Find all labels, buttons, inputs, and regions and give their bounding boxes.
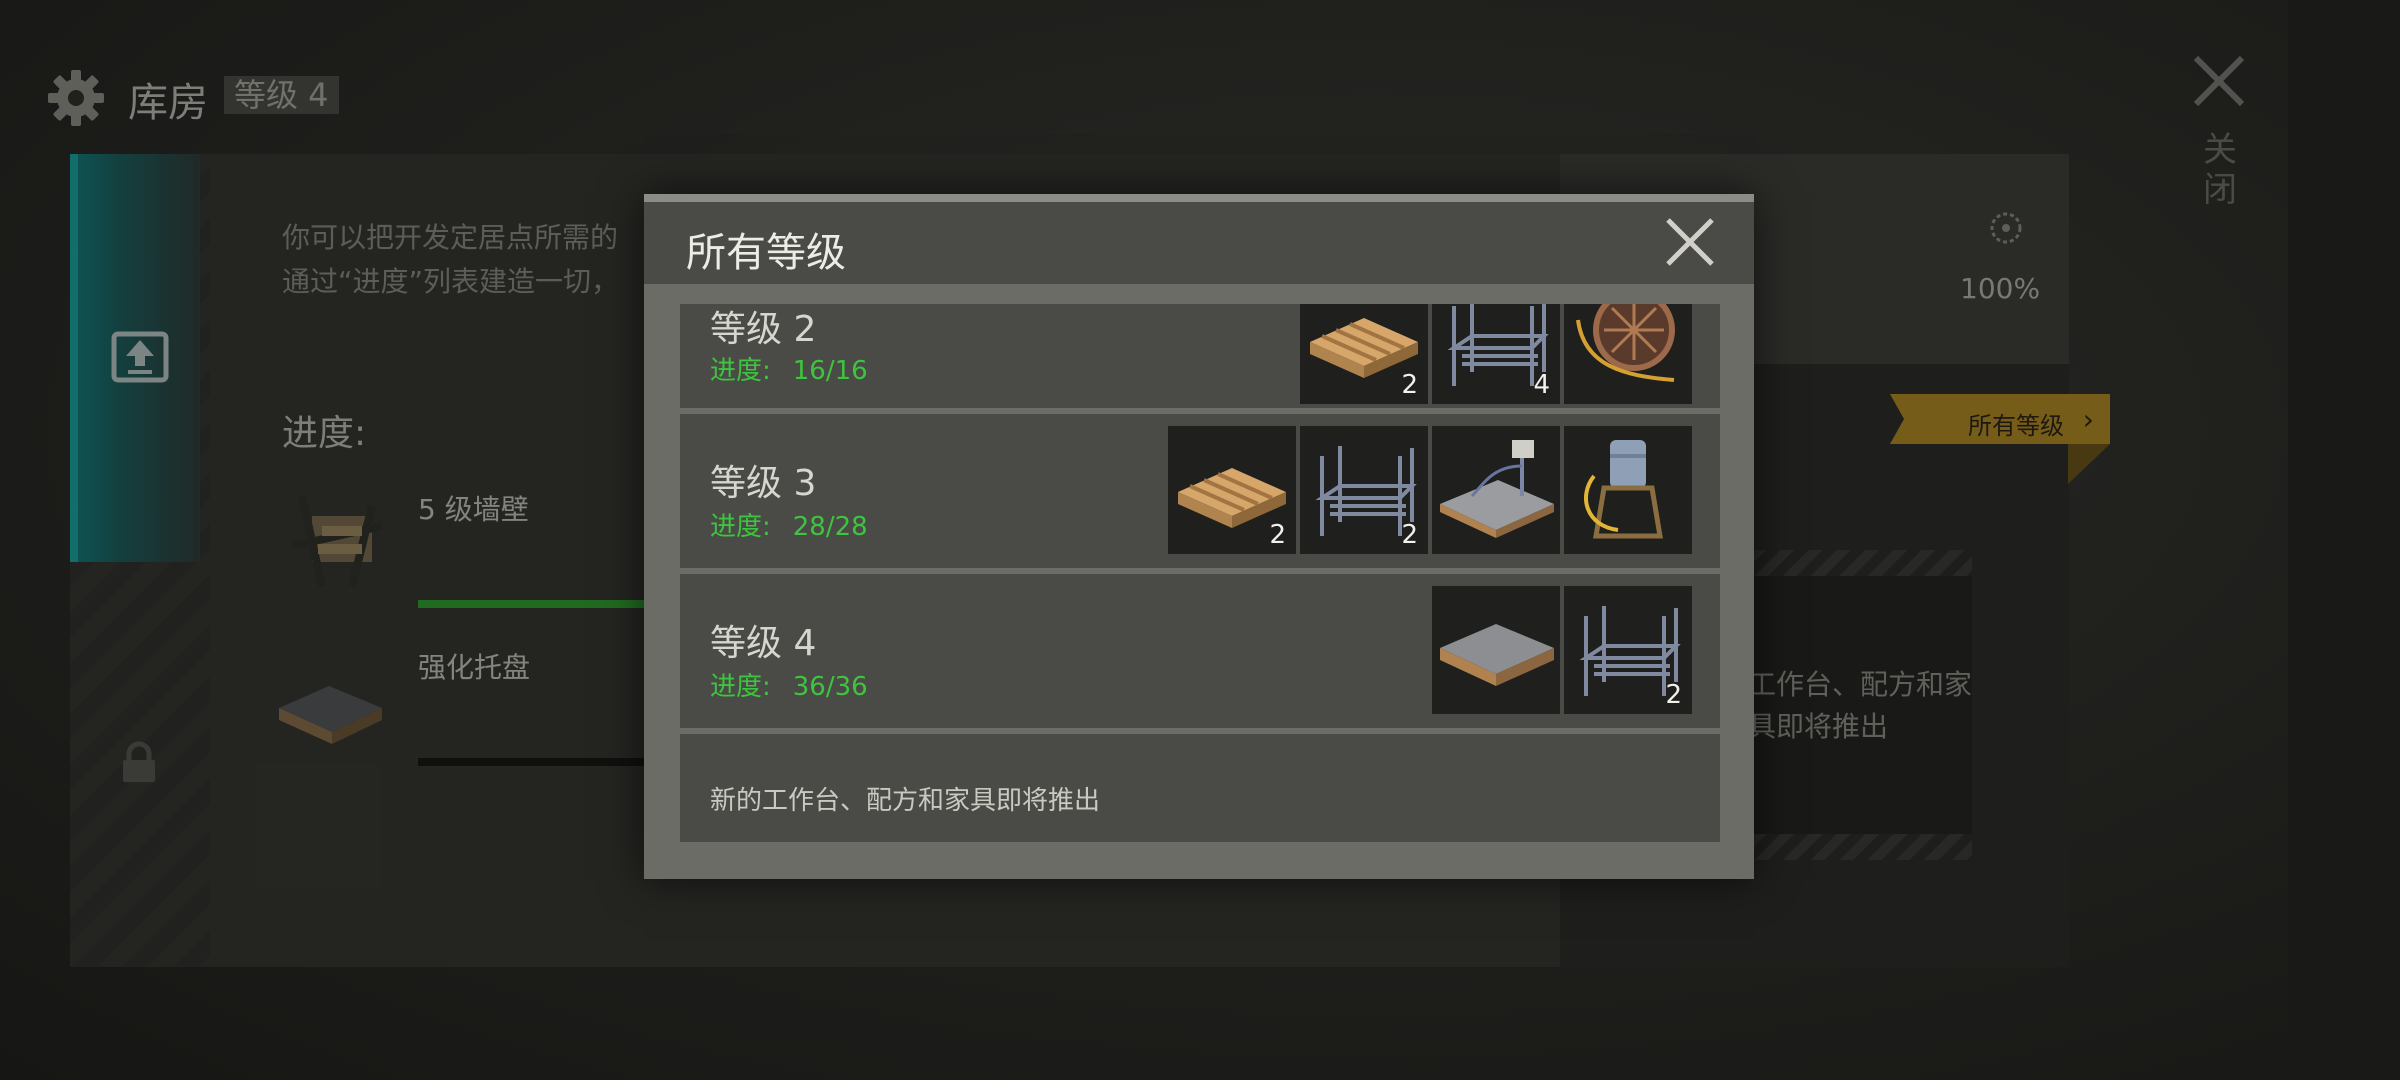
progress-label: 进度: — [710, 672, 771, 702]
item-count: 2 — [1401, 520, 1418, 550]
coming-soon-note: 新的工作台、配方和家具即将推出 — [710, 786, 1101, 816]
levels-list[interactable]: 等级 2 进度: 16/16 2 4 等级 3 进度: 28/28 2 2 等级… — [680, 304, 1720, 844]
progress-value: 16/16 — [792, 356, 868, 386]
water-tank-icon[interactable] — [1564, 426, 1692, 554]
item-count: 2 — [1269, 520, 1286, 550]
item-count: 2 — [1401, 370, 1418, 400]
metal-rack-icon[interactable]: 2 — [1300, 426, 1428, 554]
level-title: 等级 2 — [710, 309, 817, 350]
progress-label: 进度: — [710, 512, 771, 542]
metal-rack-icon[interactable]: 4 — [1432, 304, 1560, 404]
level-progress: 进度: 36/36 — [710, 666, 868, 703]
level-title: 等级 3 — [710, 463, 817, 504]
progress-label: 进度: — [710, 356, 771, 386]
item-count: 4 — [1533, 370, 1550, 400]
required-items: 2 2 — [1168, 426, 1692, 554]
level-progress: 进度: 16/16 — [710, 350, 868, 387]
level-row: 等级 3 进度: 28/28 2 2 — [680, 414, 1720, 568]
progress-value: 36/36 — [792, 672, 868, 702]
wooden-pallet-icon[interactable]: 2 — [1300, 304, 1428, 404]
coming-soon-row: 新的工作台、配方和家具即将推出 — [680, 734, 1720, 842]
modal-title: 所有等级 — [686, 230, 846, 276]
level-row: 等级 4 进度: 36/36 2 — [680, 574, 1720, 728]
cable-reel-icon[interactable] — [1564, 304, 1692, 404]
required-items: 2 4 — [1300, 304, 1692, 404]
modal-border — [644, 194, 1754, 202]
level-row: 等级 2 进度: 16/16 2 4 — [680, 304, 1720, 408]
close-icon[interactable] — [1664, 216, 1716, 268]
scale-platform-icon[interactable] — [1432, 426, 1560, 554]
metal-rack-icon[interactable]: 2 — [1564, 586, 1692, 714]
level-progress: 进度: 28/28 — [710, 506, 868, 543]
level-title: 等级 4 — [710, 623, 817, 664]
reinforced-pallet-icon[interactable] — [1432, 586, 1560, 714]
item-count: 2 — [1665, 680, 1682, 710]
required-items: 2 — [1432, 586, 1692, 714]
wooden-pallet-icon[interactable]: 2 — [1168, 426, 1296, 554]
progress-value: 28/28 — [792, 512, 868, 542]
